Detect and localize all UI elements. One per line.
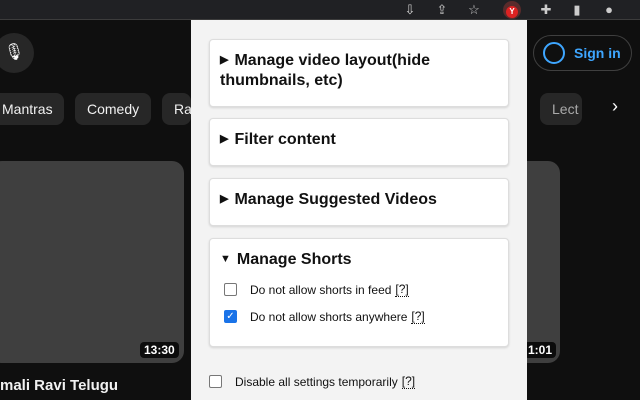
chip-lect[interactable]: Lect [540,93,582,125]
extension-y-icon[interactable]: Y [503,1,521,19]
triangle-right-icon: ▶ [220,133,229,145]
puzzle-icon[interactable]: ✚ [537,1,555,19]
section-filter-content[interactable]: ▶ Filter content [209,118,509,166]
chip-mantras[interactable]: Mantras [0,93,64,125]
section-header[interactable]: ▼ Manage Shorts [220,249,498,270]
triangle-right-icon: ▶ [220,54,229,66]
duration-badge: 1:01 [524,342,557,358]
install-icon[interactable]: ⇩ [401,1,419,19]
chip-comedy[interactable]: Comedy [75,93,152,125]
ext-letter: Y [506,6,518,18]
help-link[interactable]: [?] [411,309,425,324]
section-video-layout[interactable]: ▶ Manage video layout(hide thumbnails, et… [209,39,509,107]
star-icon[interactable]: ☆ [465,1,483,19]
checkbox-shorts-feed[interactable] [224,283,237,296]
profile-icon[interactable]: ● [600,1,618,19]
section-title: Filter content [234,131,336,148]
sign-in-label: Sign in [574,45,621,61]
section-title: Manage Suggested Videos [234,191,437,208]
sidepanel-icon[interactable]: ▮ [568,1,586,19]
checkbox-disable-all[interactable] [209,375,222,388]
section-title: Manage Shorts [236,251,352,268]
section-suggested-videos[interactable]: ▶ Manage Suggested Videos [209,178,509,226]
chip-ra[interactable]: Ra [162,93,191,125]
section-manage-shorts: ▼ Manage Shorts Do not allow shorts in fe… [209,238,509,347]
duration-badge: 13:30 [140,342,179,358]
account-icon [543,42,565,64]
help-link[interactable]: [?] [401,374,416,389]
video-thumbnail[interactable] [0,161,184,363]
mic-icon[interactable]: 🎙 [0,33,34,73]
browser-toolbar: ⇩ ⇪ ☆ Y ✚ ▮ ● [0,0,640,20]
help-link[interactable]: [?] [395,282,409,297]
option-shorts-anywhere: ✓ Do not allow shorts anywhere [?] [224,309,498,324]
chevron-right-icon[interactable]: › [612,96,618,117]
share-icon[interactable]: ⇪ [433,1,451,19]
checkbox-shorts-anywhere[interactable]: ✓ [224,310,237,323]
triangle-right-icon: ▶ [220,193,229,205]
option-label: Do not allow shorts in feed [250,282,392,297]
section-title: Manage video layout(hide thumbnails, etc… [220,52,431,89]
triangle-down-icon: ▼ [220,253,231,265]
option-label: Disable all settings temporarily [235,374,398,389]
option-shorts-feed: Do not allow shorts in feed [?] [224,282,498,297]
sign-in-button[interactable]: Sign in [533,35,632,71]
extension-popup: ▶ Manage video layout(hide thumbnails, et… [191,20,527,400]
video-title[interactable]: mali Ravi Telugu [0,377,118,394]
option-disable-all: Disable all settings temporarily [?] [209,374,416,389]
option-label: Do not allow shorts anywhere [250,309,408,324]
